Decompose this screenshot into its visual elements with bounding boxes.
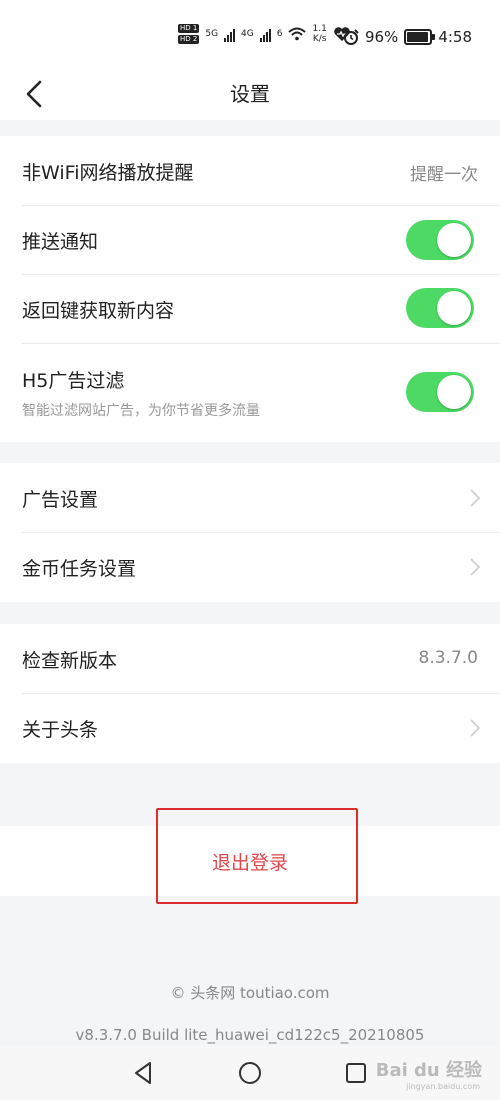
row-ad-settings[interactable]: 广告设置 xyxy=(0,463,500,533)
baidu-watermark-url: jingyan.baidu.com xyxy=(406,1082,480,1091)
baidu-watermark: Bai du 经验 xyxy=(375,1060,482,1081)
row-about-toutiao[interactable]: 关于头条 xyxy=(0,694,500,763)
row-label: 检查新版本 xyxy=(22,650,118,672)
settings-group-ads: 广告设置 金币任务设置 xyxy=(0,463,500,602)
clock: 4:58 xyxy=(438,28,472,46)
chevron-right-icon xyxy=(470,719,481,737)
row-value: 提醒一次 xyxy=(410,165,478,185)
hd2-badge: HD 2 xyxy=(178,35,200,44)
push-notification-toggle[interactable] xyxy=(406,220,474,260)
toggle-knob xyxy=(437,223,471,257)
status-bar: HD 1 HD 2 5G 4G 6 1.1 K/s 96% 4:58 xyxy=(0,0,500,68)
sim1-type: 5G xyxy=(205,29,219,39)
hd1-badge: HD 1 xyxy=(178,24,200,33)
chevron-right-icon xyxy=(470,489,481,507)
net-speed-value: 1.1 xyxy=(312,24,327,34)
sim2-type: 4G xyxy=(241,29,254,39)
row-non-wifi-reminder[interactable]: 非WiFi网络播放提醒 提醒一次 xyxy=(0,136,500,206)
toggle-knob xyxy=(437,375,471,409)
nav-back-triangle-icon[interactable] xyxy=(130,1059,158,1087)
toggle-knob xyxy=(437,291,471,325)
status-left: HD 1 HD 2 5G 4G 6 1.1 K/s xyxy=(178,24,351,44)
net-speed: 1.1 K/s xyxy=(312,24,326,44)
nav-recent-square-icon[interactable] xyxy=(342,1059,370,1087)
nav-home-circle-icon[interactable] xyxy=(236,1059,264,1087)
row-push-notification: 推送通知 xyxy=(0,206,500,275)
row-back-refresh: 返回键获取新内容 xyxy=(0,275,500,344)
nav-bar: 设置 xyxy=(0,68,500,120)
highlight-box xyxy=(156,808,358,904)
battery-percent: 96% xyxy=(364,28,399,46)
row-coin-task-settings[interactable]: 金币任务设置 xyxy=(0,533,500,602)
page-title: 设置 xyxy=(230,82,270,106)
net-speed-unit: K/s xyxy=(312,34,327,44)
hd-badges: HD 1 HD 2 xyxy=(178,24,200,44)
row-subtitle: 智能过滤网站广告，为你节省更多流量 xyxy=(22,403,260,419)
row-label: 关于头条 xyxy=(22,719,99,741)
h5-ad-filter-toggle[interactable] xyxy=(406,372,474,412)
row-label: 非WiFi网络播放提醒 xyxy=(22,162,194,184)
build-text: v8.3.7.0 Build lite_huawei_cd122c5_20210… xyxy=(75,1026,425,1044)
alarm-icon xyxy=(343,29,359,45)
wifi-label: 6 xyxy=(276,29,283,39)
row-h5-ad-filter: H5广告过滤 智能过滤网站广告，为你节省更多流量 xyxy=(0,344,500,442)
row-check-update[interactable]: 检查新版本 8.3.7.0 xyxy=(0,624,500,694)
version-value: 8.3.7.0 xyxy=(418,648,478,668)
settings-group-about: 检查新版本 8.3.7.0 关于头条 xyxy=(0,624,500,763)
signal-icon xyxy=(224,26,236,42)
copyright-text: © 头条网 toutiao.com xyxy=(170,984,330,1002)
row-label: 推送通知 xyxy=(22,231,99,253)
chevron-right-icon xyxy=(470,558,481,576)
signal-icon xyxy=(259,26,271,42)
row-label: 返回键获取新内容 xyxy=(22,300,175,322)
settings-group-playback: 非WiFi网络播放提醒 提醒一次 推送通知 返回键获取新内容 H5广告过滤 智能… xyxy=(0,136,500,442)
row-label: 广告设置 xyxy=(22,489,99,511)
battery-icon xyxy=(404,29,436,45)
row-label: H5广告过滤 xyxy=(22,370,125,392)
back-refresh-toggle[interactable] xyxy=(406,288,474,328)
wifi-icon xyxy=(288,27,307,41)
row-label: 金币任务设置 xyxy=(22,558,137,580)
system-nav-bar: Bai du 经验 jingyan.baidu.com xyxy=(0,1046,500,1100)
status-right: 96% 4:58 xyxy=(343,28,472,46)
